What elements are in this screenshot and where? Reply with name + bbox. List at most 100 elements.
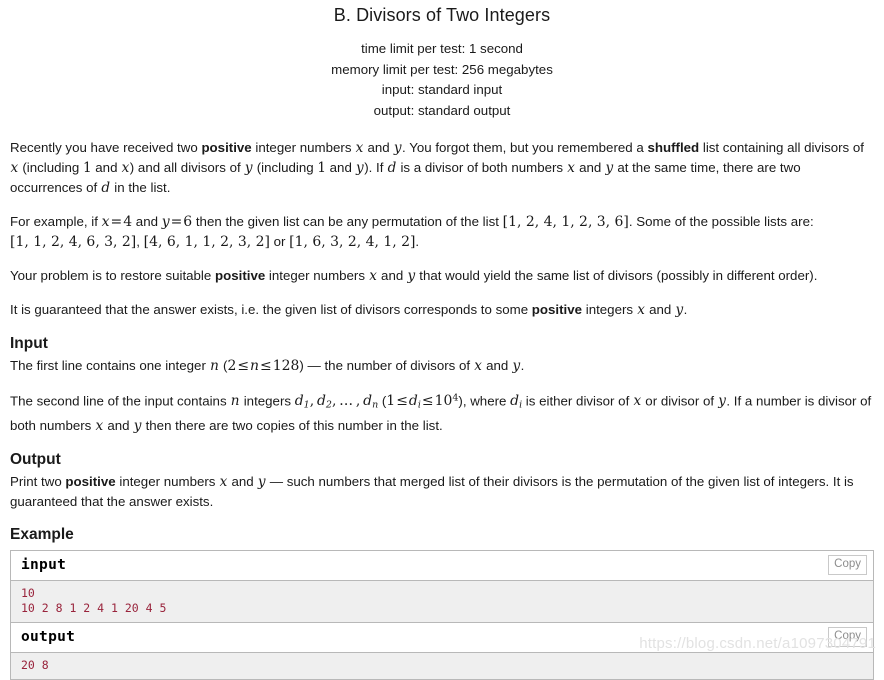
text: The second line of the input contains: [10, 393, 231, 409]
divisor-list-1: [1, 2, 4, 1, 2, 3, 6]: [502, 214, 629, 230]
text: Print two: [10, 473, 66, 489]
text: and: [325, 160, 356, 175]
output-body: Print two positive integer numbers x and…: [10, 472, 874, 512]
text: ,: [136, 234, 144, 249]
math-di: di: [510, 393, 523, 411]
bold-positive: positive: [531, 302, 583, 317]
text: that would yield the same list of diviso…: [415, 268, 818, 283]
statement-paragraph-1: Recently you have received two positive …: [10, 138, 874, 198]
text: and: [103, 417, 134, 433]
divisor-list-2: [1, 1, 2, 4, 6, 3, 2]: [10, 234, 137, 250]
math-y: y: [393, 140, 402, 156]
equation-x-equals-4: x=4: [101, 214, 133, 230]
math-n: n: [230, 393, 240, 410]
divisor-list-4: [1, 6, 3, 2, 4, 1, 2]: [289, 234, 416, 250]
text: ), where: [458, 393, 511, 409]
example-heading: Example: [10, 525, 74, 543]
statement-paragraph-4: It is guaranteed that the answer exists,…: [10, 300, 874, 320]
math-x: x: [10, 160, 19, 176]
text: or: [269, 234, 290, 249]
text: .: [415, 234, 420, 249]
text: integer numbers: [251, 140, 356, 155]
text: then the given list can be any permutati…: [192, 214, 503, 229]
problem-content: B. Divisors of Two Integers time limit p…: [0, 5, 884, 680]
output-section: Output Print two positive integer number…: [10, 450, 874, 512]
input-paragraph-1: The first line contains one integer n (2…: [10, 356, 874, 376]
output-spec: output: standard output: [373, 102, 511, 118]
input-heading: Input: [10, 335, 48, 352]
math-x: x: [219, 473, 228, 490]
math-d-sequence: d1, d2, … , dn: [294, 393, 379, 411]
text: in the list.: [110, 180, 171, 195]
example-input-data: 10 10 2 8 1 2 4 1 20 4 5: [11, 580, 873, 623]
example-box: input Copy 10 10 2 8 1 2 4 1 20 4 5 outp…: [10, 549, 874, 680]
text: For example, if: [10, 214, 102, 229]
copy-output-button[interactable]: Copy: [828, 626, 867, 647]
math-x: x: [121, 160, 130, 176]
bold-positive: positive: [214, 268, 266, 283]
text: and: [482, 358, 512, 373]
text: and: [132, 214, 162, 229]
text: is a divisor of both numbers: [396, 160, 567, 175]
math-y: y: [605, 160, 614, 176]
text: .: [683, 302, 688, 317]
text: and: [575, 160, 605, 175]
text: and: [377, 268, 407, 283]
text: It is guaranteed that the answer exists,…: [10, 302, 532, 317]
divisor-list-3: [4, 6, 1, 1, 2, 3, 2]: [143, 234, 270, 250]
text: . Some of the possible lists are:: [628, 214, 814, 229]
math-y: y: [356, 160, 364, 176]
text: The first line contains one integer: [10, 358, 210, 373]
math-y: y: [244, 160, 253, 176]
problem-page: B. Divisors of Two Integers time limit p…: [0, 5, 884, 680]
math-y: y: [257, 473, 266, 490]
copy-input-button[interactable]: Copy: [828, 554, 867, 575]
math-d: d: [387, 160, 397, 176]
input-spec: input: standard input: [381, 82, 503, 97]
math-x: x: [355, 140, 364, 156]
text: Recently you have received two: [10, 140, 202, 155]
math-one: 1: [317, 160, 326, 176]
problem-title: B. Divisors of Two Integers: [333, 5, 551, 25]
text: then there are two copies of this number…: [141, 417, 443, 433]
text: integer numbers: [115, 473, 220, 489]
text: and: [363, 140, 394, 155]
output-paragraph-1: Print two positive integer numbers x and…: [10, 472, 874, 512]
output-heading: Output: [10, 450, 61, 468]
text: (including: [18, 160, 83, 175]
text: .: [520, 358, 525, 373]
text: and: [91, 160, 122, 175]
equation-di-range: 1≤di≤104: [386, 393, 459, 411]
example-section: Example input Copy 10 10 2 8 1 2 4 1 20 …: [10, 526, 874, 680]
input-block-title: input Copy: [11, 550, 873, 581]
problem-statement: Recently you have received two positive …: [10, 138, 874, 320]
equation-y-equals-6: y=6: [161, 214, 193, 230]
text: integer numbers: [265, 268, 369, 283]
text: integers: [582, 302, 637, 317]
math-x: x: [95, 417, 104, 434]
math-y: y: [512, 358, 521, 374]
math-d: d: [101, 180, 111, 196]
text: . You forgot them, but you remembered a: [402, 140, 648, 155]
output-label: output: [21, 628, 76, 645]
bold-positive: positive: [65, 473, 116, 489]
input-body: The first line contains one integer n (2…: [10, 356, 874, 436]
input-section: Input The first line contains one intege…: [10, 334, 874, 436]
bold-shuffled: shuffled: [647, 140, 700, 155]
output-block-title: output Copy: [11, 622, 873, 653]
input-label: input: [21, 556, 67, 573]
text: Your problem is to restore suitable: [10, 268, 215, 283]
text: ) and all divisors of: [129, 160, 245, 175]
text: ). If: [364, 160, 388, 175]
text: (including: [253, 160, 318, 175]
statement-paragraph-3: Your problem is to restore suitable posi…: [10, 266, 874, 286]
statement-paragraph-2: For example, if x=4 and y=6 then the giv…: [10, 212, 874, 252]
math-y: y: [407, 268, 416, 284]
text: and: [645, 302, 675, 317]
text: list containing all divisors of: [699, 140, 864, 155]
example-output-data: 20 8: [11, 652, 873, 680]
math-y: y: [133, 417, 142, 434]
math-one: 1: [82, 160, 92, 176]
equation-n-range: 2≤n≤128: [227, 358, 300, 374]
time-limit: time limit per test: 1 second: [361, 41, 523, 56]
